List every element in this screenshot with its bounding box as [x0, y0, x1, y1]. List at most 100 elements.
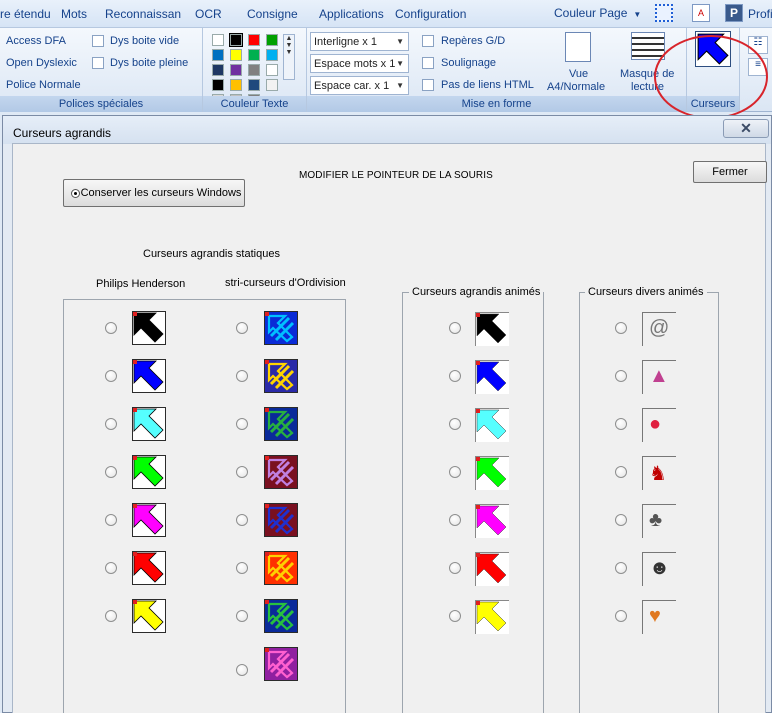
color-swatch[interactable]	[230, 79, 242, 91]
divers-cursor-radio[interactable]	[615, 610, 627, 622]
philips-cursor-radio[interactable]	[105, 370, 117, 382]
profile-label[interactable]: Profi	[748, 7, 772, 21]
select-frame-icon[interactable]	[655, 4, 673, 22]
animes-legend: Curseurs agrandis animés	[409, 286, 544, 298]
stri-cursor-radio[interactable]	[236, 370, 248, 382]
color-swatch[interactable]	[212, 34, 224, 46]
color-swatch[interactable]	[266, 49, 278, 61]
striped-cursor-icon	[267, 506, 295, 535]
color-swatch[interactable]	[248, 79, 260, 91]
color-swatch[interactable]	[248, 49, 260, 61]
philips-cursor-radio[interactable]	[105, 322, 117, 334]
pas-liens-checkbox[interactable]	[422, 79, 434, 91]
interligne-combo[interactable]: Interligne x 1 ▼	[310, 32, 409, 51]
arrow-cursor-icon	[133, 552, 164, 583]
stri-cursor-radio[interactable]	[236, 664, 248, 676]
anim-cursor-radio[interactable]	[449, 610, 461, 622]
philips-cursor-radio[interactable]	[105, 466, 117, 478]
corgi-icon: ♥	[642, 600, 676, 634]
divers-cursor-radio[interactable]	[615, 466, 627, 478]
page-icon	[565, 32, 591, 62]
stri-cursor-radio[interactable]	[236, 514, 248, 526]
color-swatch[interactable]	[212, 79, 224, 91]
p-icon[interactable]: P	[725, 4, 743, 22]
color-swatch[interactable]	[229, 33, 243, 47]
dialog-client: MODIFIER LE POINTEUR DE LA SOURIS Fermer…	[12, 143, 767, 713]
vue-a4-button[interactable]: Vue A4/Normale	[545, 30, 607, 94]
anim-cursor-preview	[475, 360, 509, 394]
philips-cursor-radio[interactable]	[105, 610, 117, 622]
menu-item-configuration[interactable]: Configuration	[395, 7, 466, 21]
stri-cursor-radio[interactable]	[236, 610, 248, 622]
open-dyslexic-button[interactable]: Open Dyslexic	[6, 57, 77, 69]
hotspot-marker	[476, 553, 480, 557]
color-swatch[interactable]	[248, 34, 260, 46]
highlight-ellipse	[654, 35, 768, 119]
espace-mots-combo[interactable]: Espace mots x 1 ▼	[310, 54, 409, 73]
menu-item-etendu[interactable]: re étendu	[0, 7, 51, 21]
font-size-icon[interactable]: A	[692, 4, 710, 22]
anim-cursor-preview	[475, 552, 509, 586]
anim-cursor-radio[interactable]	[449, 322, 461, 334]
menu-item-reconnaissance[interactable]: Reconnaissan	[105, 7, 181, 21]
hotspot-marker	[265, 504, 269, 508]
stri-cursor-preview	[264, 407, 298, 441]
conserver-windows-button[interactable]: Conserver les curseurs Windows	[63, 179, 245, 207]
anim-cursor-radio[interactable]	[449, 418, 461, 430]
police-normale-button[interactable]: Police Normale	[6, 79, 81, 91]
close-icon[interactable]: ✕	[723, 119, 769, 138]
philips-cursor-preview	[132, 311, 166, 345]
static-title: Curseurs agrandis statiques	[143, 248, 280, 260]
divers-cursor-radio[interactable]	[615, 514, 627, 526]
stri-cursor-radio[interactable]	[236, 466, 248, 478]
chevron-down-icon: ▼	[396, 81, 404, 90]
philips-cursor-radio[interactable]	[105, 418, 117, 430]
color-swatch[interactable]	[266, 79, 278, 91]
striped-cursor-icon	[267, 410, 295, 439]
stri-cursor-radio[interactable]	[236, 322, 248, 334]
espace-car-combo[interactable]: Espace car. x 1 ▼	[310, 76, 409, 95]
menu-item-applications[interactable]: Applications	[319, 7, 384, 21]
dys-boite-pleine-checkbox[interactable]	[92, 57, 104, 69]
color-swatch[interactable]	[230, 49, 242, 61]
espace-mots-value: Espace mots x 1	[314, 58, 396, 70]
group-polices-speciales: Access DFA Open Dyslexic Police Normale …	[0, 28, 203, 112]
stri-cursor-radio[interactable]	[236, 562, 248, 574]
soulignage-checkbox[interactable]	[422, 57, 434, 69]
couleur-page-dropdown[interactable]: Couleur Page ▼	[554, 6, 641, 20]
striped-cursor-icon	[267, 650, 295, 679]
divers-cursor-radio[interactable]	[615, 562, 627, 574]
selected-radio-icon	[71, 189, 80, 198]
rainbow-triangle-icon: ▲	[642, 360, 676, 394]
menu-item-ocr[interactable]: OCR	[195, 7, 222, 21]
reperes-checkbox[interactable]	[422, 35, 434, 47]
menu-item-consigne[interactable]: Consigne	[247, 7, 298, 21]
divers-cursor-radio[interactable]	[615, 322, 627, 334]
hotspot-marker	[133, 552, 137, 556]
philips-cursor-radio[interactable]	[105, 562, 117, 574]
dys-boite-vide-checkbox[interactable]	[92, 35, 104, 47]
divers-cursor-radio[interactable]	[615, 418, 627, 430]
color-swatch[interactable]	[212, 49, 224, 61]
anim-cursor-radio[interactable]	[449, 514, 461, 526]
color-swatch[interactable]	[266, 34, 278, 46]
hotspot-marker	[476, 409, 480, 413]
menu-item-mots[interactable]: Mots	[61, 7, 87, 21]
color-swatch[interactable]	[212, 64, 224, 76]
anim-cursor-radio[interactable]	[449, 370, 461, 382]
stri-cursor-preview	[264, 647, 298, 681]
color-swatch[interactable]	[266, 64, 278, 76]
red-arrow-ball-icon-glyph: ●	[649, 413, 662, 435]
divers-cursor-radio[interactable]	[615, 370, 627, 382]
stri-cursor-preview	[264, 503, 298, 537]
access-dfa-button[interactable]: Access DFA	[6, 35, 66, 47]
color-swatch[interactable]	[248, 64, 260, 76]
fermer-button[interactable]: Fermer	[693, 161, 767, 183]
swatch-scroll[interactable]: ▲ ▼ ▼	[283, 34, 295, 80]
color-swatch[interactable]	[230, 64, 242, 76]
anim-cursor-radio[interactable]	[449, 562, 461, 574]
stri-cursor-radio[interactable]	[236, 418, 248, 430]
anim-cursor-radio[interactable]	[449, 466, 461, 478]
philips-cursor-radio[interactable]	[105, 514, 117, 526]
running-horse-icon-glyph: ♞	[649, 463, 667, 485]
